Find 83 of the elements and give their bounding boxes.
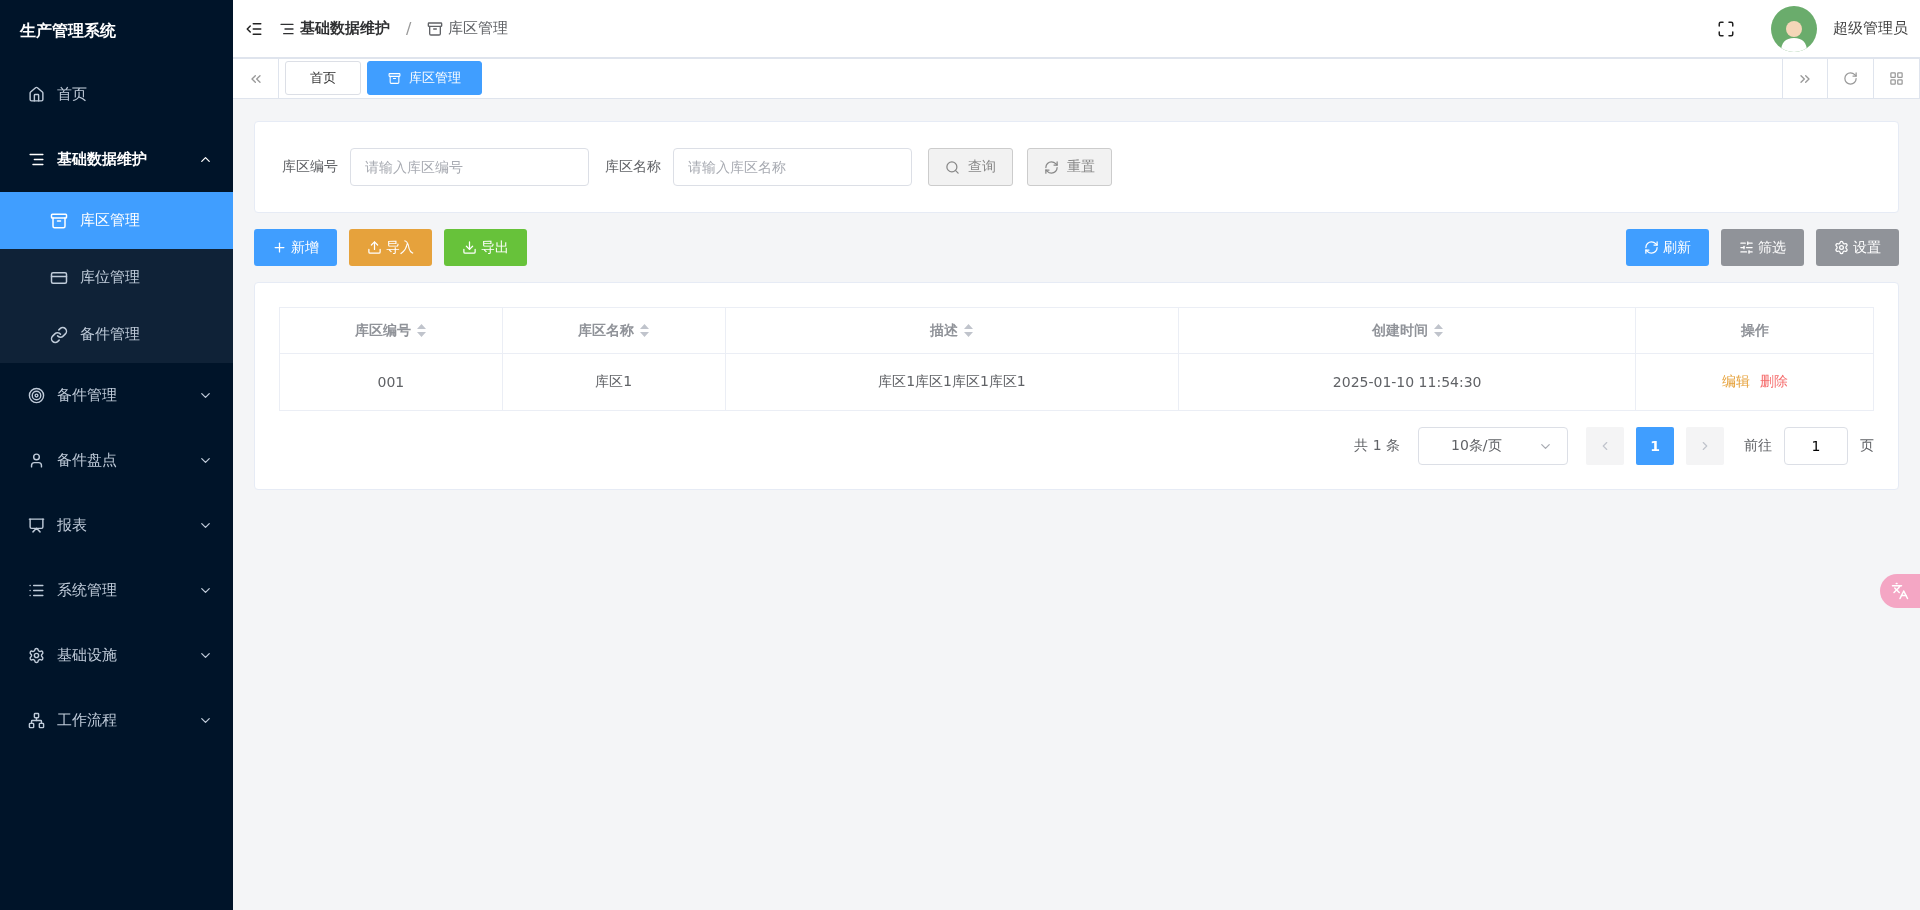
toolbar-button[interactable]: 导入 <box>349 229 432 266</box>
archive-icon <box>388 71 401 85</box>
breadcrumb-item[interactable]: 基础数据维护 <box>300 19 390 38</box>
submenu-item[interactable]: 库位管理 <box>0 249 233 306</box>
tab[interactable]: 首页 <box>285 61 361 95</box>
app-title: 生产管理系统 <box>18 19 117 42</box>
header-label: 描述 <box>930 321 959 340</box>
tab[interactable]: 库区管理 <box>367 61 482 95</box>
sort-icon[interactable] <box>1433 324 1443 337</box>
menu-item[interactable]: 首页 <box>0 62 233 127</box>
table-cell: 2025-01-10 11:54:30 <box>1178 353 1636 411</box>
board-icon <box>28 517 45 534</box>
settings-icon <box>28 647 45 664</box>
menu-item[interactable]: 备件管理 <box>0 363 233 428</box>
home-icon <box>28 86 45 103</box>
sort-icon[interactable] <box>640 324 650 337</box>
page-suffix: 页 <box>1860 437 1874 455</box>
network-icon <box>28 712 45 729</box>
page-number[interactable]: 1 <box>1636 427 1674 465</box>
next-page-button[interactable] <box>1686 427 1724 465</box>
menu-item[interactable]: 系统管理 <box>0 558 233 623</box>
total-count: 共 1 条 <box>1354 437 1400 455</box>
table-cell: 库区1库区1库区1库区1 <box>725 353 1179 411</box>
toolbar-button[interactable]: 设置 <box>1816 229 1899 266</box>
archive-icon <box>50 211 68 230</box>
plus-icon <box>272 240 287 255</box>
search-icon <box>945 159 960 175</box>
reset-button[interactable]: 重置 <box>1027 148 1112 186</box>
delete-link[interactable]: 删除 <box>1759 373 1788 389</box>
archive-icon <box>427 20 444 37</box>
edit-link[interactable]: 编辑 <box>1721 373 1750 389</box>
header-label: 库区名称 <box>578 321 635 340</box>
column-header[interactable]: 库区编号 <box>279 307 503 354</box>
input-field[interactable]: 请输入库区名称 <box>673 148 912 186</box>
refresh-icon <box>1843 71 1858 86</box>
header-label: 操作 <box>1740 321 1769 340</box>
column-header[interactable]: 描述 <box>725 307 1179 354</box>
menu-item[interactable]: 备件盘点 <box>0 428 233 493</box>
table-cell: 001 <box>279 353 503 411</box>
table-cell: 库区1 <box>502 353 726 411</box>
page-input[interactable]: 1 <box>1784 427 1848 465</box>
menu-item[interactable]: 报表 <box>0 493 233 558</box>
grid-icon <box>1889 71 1904 86</box>
breadcrumb-separator: / <box>406 19 412 38</box>
link-icon <box>50 325 68 344</box>
input-field[interactable]: 请输入库区编号 <box>350 148 589 186</box>
scroll-right-button[interactable] <box>1782 59 1828 98</box>
field-label: 库区编号 <box>282 158 338 176</box>
header-label: 库区编号 <box>355 321 412 340</box>
download-icon <box>462 240 477 255</box>
refresh-icon <box>1044 159 1059 175</box>
search-button[interactable]: 查询 <box>928 148 1013 186</box>
sort-icon[interactable] <box>964 324 974 337</box>
menu-item[interactable]: 工作流程 <box>0 688 233 753</box>
settings-icon <box>1834 240 1849 255</box>
translate-button[interactable] <box>1880 574 1920 608</box>
sort-icon[interactable] <box>417 324 427 337</box>
page-size-select[interactable]: 10条/页 <box>1418 427 1568 465</box>
toolbar-button[interactable]: 刷新 <box>1626 229 1709 266</box>
column-header[interactable]: 创建时间 <box>1178 307 1636 354</box>
breadcrumb-item: 库区管理 <box>448 19 509 38</box>
header-label: 创建时间 <box>1371 321 1428 340</box>
toolbar-button[interactable]: 新增 <box>254 229 337 266</box>
toolbar-button[interactable]: 导出 <box>444 229 527 266</box>
list-icon <box>28 151 45 168</box>
field-label: 库区名称 <box>605 158 661 176</box>
menu-item[interactable]: 基础数据维护 <box>0 127 233 192</box>
sliders-icon <box>1739 240 1754 255</box>
refresh-icon <box>1644 240 1659 255</box>
goto-label: 前往 <box>1744 437 1772 455</box>
prev-page-button[interactable] <box>1586 427 1624 465</box>
user-icon <box>28 452 45 469</box>
list-icon <box>28 582 45 599</box>
submenu-item[interactable]: 备件管理 <box>0 306 233 363</box>
avatar[interactable] <box>1771 5 1817 52</box>
column-header[interactable]: 库区名称 <box>502 307 726 354</box>
fullscreen-icon[interactable] <box>1717 19 1735 38</box>
upload-icon <box>367 240 382 255</box>
submenu-item[interactable]: 库区管理 <box>0 192 233 249</box>
user-name[interactable]: 超级管理员 <box>1833 19 1908 38</box>
toolbar-button[interactable]: 筛选 <box>1721 229 1804 266</box>
translate-icon <box>1891 582 1909 600</box>
menu-item[interactable]: 基础设施 <box>0 623 233 688</box>
